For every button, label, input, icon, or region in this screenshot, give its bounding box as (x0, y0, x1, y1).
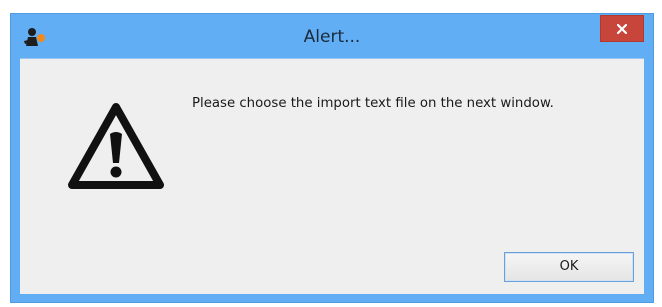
ok-button[interactable]: OK (504, 252, 634, 282)
dialog-body: Please choose the import text file on th… (20, 58, 644, 294)
alert-dialog-window: Alert... Please choose the import text f… (10, 13, 654, 303)
warning-icon (67, 101, 165, 191)
title-bar[interactable]: Alert... (11, 14, 653, 58)
close-icon (617, 24, 627, 34)
app-logo-icon (23, 27, 47, 47)
window-title: Alert... (303, 27, 361, 47)
close-button[interactable] (600, 15, 644, 42)
alert-message: Please choose the import text file on th… (192, 96, 554, 111)
